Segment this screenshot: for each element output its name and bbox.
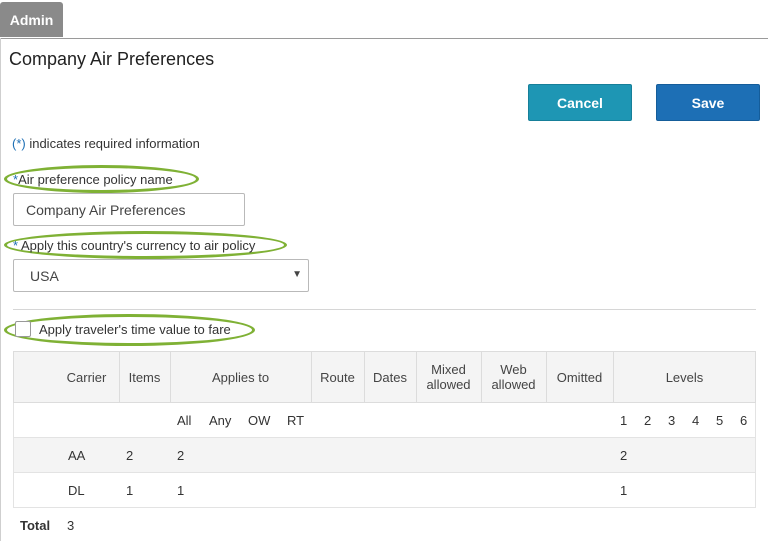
column-header-dates[interactable]: Dates [364, 352, 416, 402]
cell-carrier: DL [68, 483, 85, 498]
time-value-checkbox[interactable] [15, 321, 31, 337]
column-header-carrier[interactable]: Carrier [54, 352, 119, 402]
cell-carrier: AA [68, 448, 86, 463]
required-note-text: indicates required information [25, 136, 200, 151]
chevron-down-icon: ▼ [292, 269, 302, 280]
admin-tab[interactable]: Admin [0, 2, 63, 37]
page-title: Company Air Preferences [9, 49, 215, 69]
column-header-web-allowed[interactable]: Web allowed [481, 352, 546, 402]
applies-sub-all: All [177, 413, 192, 428]
time-value-label[interactable]: Apply traveler's time value to fare [39, 322, 231, 337]
total-value: 3 [67, 518, 75, 533]
cell-level-1: 1 [620, 483, 628, 498]
required-marker: (*) [12, 136, 26, 151]
header-divider [0, 38, 768, 39]
currency-select[interactable]: USA ▼ [13, 259, 309, 292]
cell-items: 1 [126, 483, 134, 498]
level-sub-3: 3 [668, 413, 676, 428]
table-row[interactable]: DL 1 1 1 [13, 473, 756, 508]
applies-sub-rt: RT [287, 413, 305, 428]
cell-applies-all: 1 [177, 483, 185, 498]
currency-selected-value: USA [30, 267, 59, 284]
cancel-button[interactable]: Cancel [528, 84, 632, 121]
applies-sub-any: Any [209, 413, 232, 428]
policy-name-input[interactable] [13, 193, 245, 226]
currency-label-text: Apply this country's currency to air pol… [18, 238, 256, 253]
table-row[interactable]: AA 2 2 2 [13, 438, 756, 473]
cell-applies-all: 2 [177, 448, 185, 463]
level-sub-5: 5 [716, 413, 724, 428]
required-info-note: (*) indicates required information [12, 136, 200, 151]
table-header-row: Carrier Items Applies to Route Dates Mix… [13, 351, 756, 403]
column-header-items[interactable]: Items [119, 352, 170, 402]
level-sub-4: 4 [692, 413, 700, 428]
table-subheader-row: All Any OW RT 1 2 3 4 5 6 [13, 403, 756, 438]
save-button[interactable]: Save [656, 84, 760, 121]
column-header-applies-to[interactable]: Applies to [170, 352, 311, 402]
section-divider [13, 309, 756, 310]
currency-label: * Apply this country's currency to air p… [13, 238, 255, 253]
air-preferences-table: Carrier Items Applies to Route Dates Mix… [13, 351, 756, 508]
column-header-mixed-allowed[interactable]: Mixed allowed [416, 352, 481, 402]
column-header-levels[interactable]: Levels [613, 352, 756, 402]
column-header-omitted[interactable]: Omitted [546, 352, 613, 402]
level-sub-6: 6 [740, 413, 748, 428]
level-sub-2: 2 [644, 413, 652, 428]
level-sub-1: 1 [620, 413, 628, 428]
panel-left-border [0, 38, 1, 541]
applies-sub-ow: OW [248, 413, 271, 428]
cell-items: 2 [126, 448, 134, 463]
total-label: Total [20, 518, 51, 533]
policy-name-label-text: Air preference policy name [18, 172, 173, 187]
policy-name-label: *Air preference policy name [13, 172, 173, 187]
cell-level-1: 2 [620, 448, 628, 463]
column-header-route[interactable]: Route [311, 352, 364, 402]
